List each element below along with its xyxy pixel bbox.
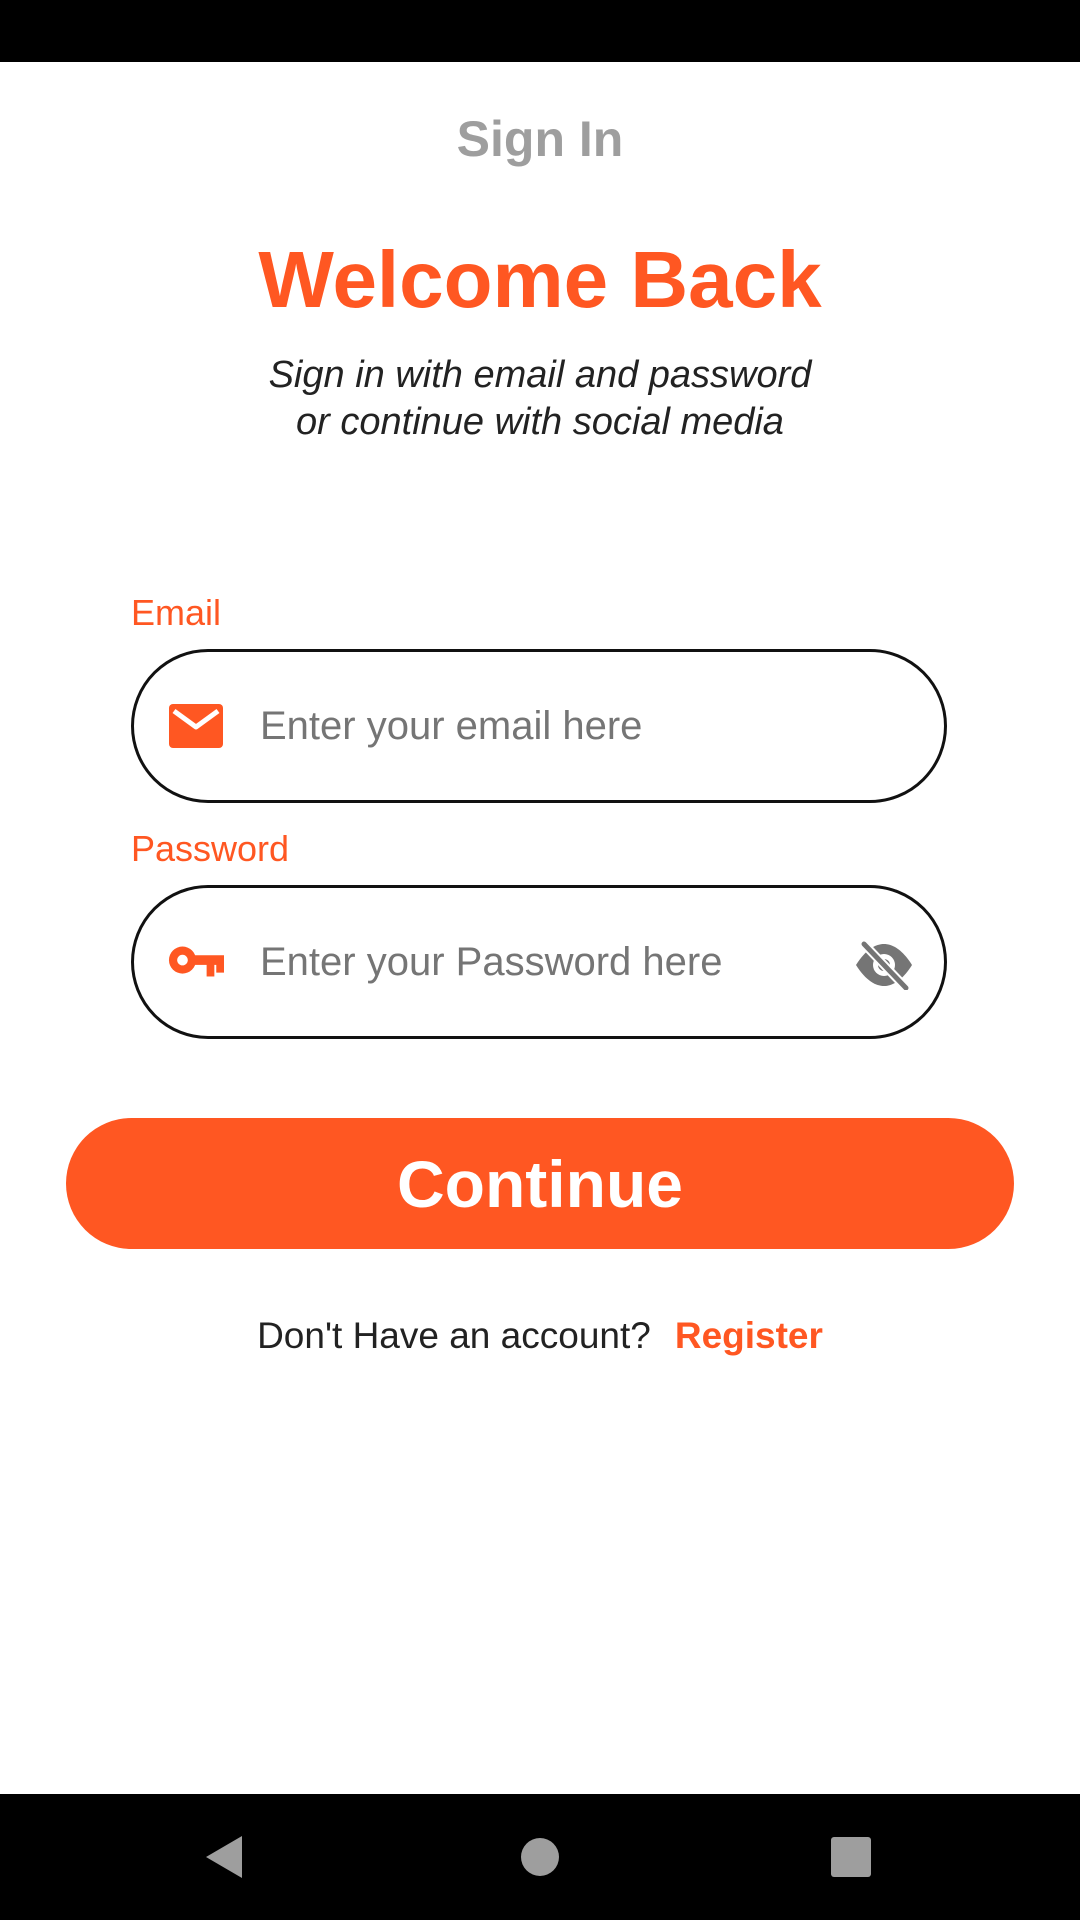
navigation-bar [0,1794,1080,1920]
back-icon[interactable] [196,1832,256,1882]
continue-button[interactable]: Continue [66,1118,1014,1249]
home-icon[interactable] [510,1832,570,1882]
email-input[interactable] [260,688,820,764]
password-input[interactable] [260,924,820,1000]
register-row: Don't Have an account? Register [0,1315,1080,1357]
email-label: Email [131,592,222,633]
sign-in-screen: Sign In Welcome Back Sign in with email … [0,62,1080,1794]
email-field[interactable] [131,649,947,803]
register-prompt: Don't Have an account? [257,1315,651,1356]
key-icon [168,938,224,986]
visibility-off-icon[interactable] [852,936,916,994]
page-title: Sign In [456,111,624,167]
status-bar [0,0,1080,62]
password-label: Password [131,828,290,869]
password-field[interactable] [131,885,947,1039]
subtitle: Sign in with email and password or conti… [0,352,1080,446]
recents-icon[interactable] [820,1832,880,1882]
welcome-heading: Welcome Back [258,235,822,324]
subtitle-line-1: Sign in with email and password [268,354,812,396]
subtitle-line-2: or continue with social media [296,401,784,443]
mail-icon [168,702,224,750]
register-link[interactable]: Register [675,1315,823,1356]
